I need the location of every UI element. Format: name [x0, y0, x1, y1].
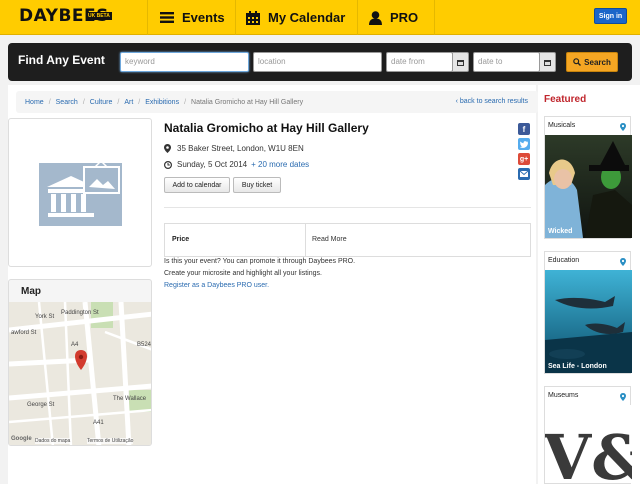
nav-divider: [357, 0, 358, 35]
card-caption: Sea Life - London: [548, 363, 607, 370]
read-more-link[interactable]: Read More: [312, 236, 347, 243]
map-label: George St: [27, 402, 55, 408]
breadcrumb-art[interactable]: Art: [124, 99, 133, 106]
price-divider: [305, 224, 306, 256]
nav-divider: [147, 0, 148, 35]
breadcrumb-current: Natalia Gromicho at Hay Hill Gallery: [191, 98, 304, 106]
logo-badge: UK BETA: [86, 12, 112, 20]
map-terms-link[interactable]: Termos de Utilização: [87, 438, 134, 444]
map-box: Map Paddington St York St awford St Geor…: [8, 279, 152, 446]
card-image: Sea Life - London: [545, 270, 632, 373]
nav-divider: [434, 0, 435, 35]
add-to-calendar-button[interactable]: Add to calendar: [164, 177, 230, 193]
map-label: The Wallace: [113, 396, 147, 402]
price-label: Price: [172, 236, 190, 243]
map-label: York St: [35, 314, 55, 320]
map[interactable]: Paddington St York St awford St George S…: [9, 302, 152, 445]
map-marker-icon: [164, 144, 174, 153]
map-label: B524: [137, 342, 152, 348]
va-logo: V&A: [545, 405, 632, 483]
email-icon[interactable]: [518, 168, 530, 180]
card-category-label: Education: [548, 257, 580, 264]
menu-icon: [160, 12, 174, 23]
nav-divider: [235, 0, 236, 35]
event-address-row: 35 Baker Street, London, W1U 8EN: [164, 144, 304, 153]
google-logo: Google: [11, 436, 32, 442]
breadcrumb-search[interactable]: Search: [56, 99, 78, 106]
facebook-icon[interactable]: f: [518, 123, 530, 135]
calendar-icon: [544, 59, 551, 66]
search-icon: [573, 58, 582, 66]
keyword-input[interactable]: keyword: [120, 52, 249, 72]
card-category: Museums: [545, 387, 630, 405]
event-title: Natalia Gromicho at Hay Hill Gallery: [164, 121, 369, 135]
featured-card[interactable]: Museums V&A: [544, 386, 632, 484]
map-label: A4: [71, 342, 79, 348]
breadcrumb-exhibitions[interactable]: Exhibitions: [145, 99, 179, 106]
event-image: [8, 118, 152, 267]
divider: [164, 207, 531, 208]
nav-pro[interactable]: PRO: [369, 0, 418, 35]
nav-events-label: Events: [182, 10, 225, 25]
google-plus-icon[interactable]: g+: [518, 153, 530, 165]
calendar-icon: [457, 59, 464, 66]
location-input[interactable]: location: [253, 52, 382, 72]
register-pro-link[interactable]: Register as a Daybees PRO user.: [164, 282, 269, 289]
user-icon: [369, 10, 382, 25]
date-to-input[interactable]: date to: [473, 52, 540, 72]
nav-pro-label: PRO: [390, 10, 419, 25]
sign-in-button[interactable]: Sign in: [594, 8, 627, 24]
promo-text: Is this your event? You can promote it t…: [164, 258, 356, 265]
map-data-link[interactable]: Dados do mapa: [35, 438, 71, 444]
card-category: Musicals: [545, 117, 630, 135]
buy-ticket-button[interactable]: Buy ticket: [233, 177, 281, 193]
clock-icon: [164, 160, 174, 169]
date-from-calendar-button[interactable]: [452, 52, 469, 72]
featured-sidebar: Featured Musicals Wicked Education Sea L…: [538, 85, 640, 484]
more-dates-link[interactable]: + 20 more dates: [251, 160, 309, 169]
card-category-label: Museums: [548, 392, 579, 399]
svg-text:V&A: V&A: [545, 421, 632, 483]
map-title: Map: [21, 286, 41, 297]
date-from-input[interactable]: date from: [386, 52, 453, 72]
date-to-calendar-button[interactable]: [539, 52, 556, 72]
nav-my-calendar[interactable]: My Calendar: [246, 0, 345, 35]
calendar-icon: [246, 10, 260, 25]
gallery-placeholder-icon: [39, 159, 122, 226]
top-nav: DAYBEES UK BETA Events My Calendar PRO S…: [0, 0, 640, 35]
breadcrumb: Home / Search / Culture / Art / Exhibitions /…: [16, 91, 538, 113]
map-label: Paddington St: [61, 310, 99, 316]
nav-events[interactable]: Events: [160, 0, 225, 35]
breadcrumb-home[interactable]: Home: [25, 99, 44, 106]
search-button[interactable]: Search: [566, 52, 618, 72]
map-roads: [9, 302, 151, 445]
card-caption: Wicked: [548, 228, 573, 235]
event-date-row: Sunday, 5 Oct 2014 + 20 more dates: [164, 160, 309, 169]
twitter-icon[interactable]: [518, 138, 530, 150]
featured-title: Featured: [544, 94, 587, 105]
featured-card[interactable]: Musicals Wicked: [544, 116, 632, 239]
back-to-results-link[interactable]: ‹ back to search results: [456, 98, 528, 105]
card-category-label: Musicals: [548, 122, 576, 129]
nav-my-calendar-label: My Calendar: [268, 10, 346, 25]
event-address: 35 Baker Street, London, W1U 8EN: [177, 144, 304, 153]
map-label: awford St: [11, 330, 37, 336]
search-title: Find Any Event: [18, 53, 105, 67]
map-label: A41: [93, 420, 104, 426]
search-bar: Find Any Event keyword location date fro…: [8, 43, 632, 81]
event-date: Sunday, 5 Oct 2014: [177, 160, 248, 169]
card-category: Education: [545, 252, 630, 270]
card-image: Wicked: [545, 135, 632, 238]
price-box: Price Read More: [164, 223, 531, 257]
search-button-label: Search: [584, 57, 611, 67]
breadcrumb-culture[interactable]: Culture: [90, 99, 113, 106]
featured-card[interactable]: Education Sea Life - London: [544, 251, 632, 374]
promo-text: Create your microsite and highlight all …: [164, 270, 322, 277]
